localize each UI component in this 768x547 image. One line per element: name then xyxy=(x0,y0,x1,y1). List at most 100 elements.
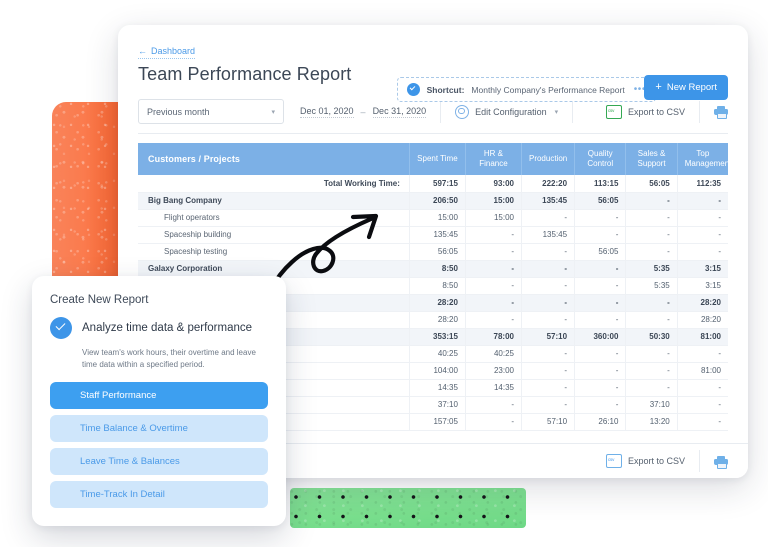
column-header-production[interactable]: Production xyxy=(520,143,575,175)
table-cell-value: - xyxy=(574,379,626,397)
decorative-green-dotted-shape xyxy=(290,488,526,528)
create-new-report-card: Create New Report Analyze time data & pe… xyxy=(32,276,286,526)
breadcrumb-dashboard-link[interactable]: ← Dashboard xyxy=(138,46,196,59)
print-button[interactable] xyxy=(714,106,728,119)
table-cell-value: - xyxy=(464,260,522,278)
period-select[interactable]: Previous month ▾ xyxy=(138,99,284,124)
table-row[interactable]: Galaxy Corporation 8:50- - -5:35 3:15 xyxy=(138,260,728,278)
table-cell-value: 157:05 xyxy=(408,413,466,431)
table-cell-value: 56:05 xyxy=(574,243,626,261)
pill-staff-performance[interactable]: Staff Performance xyxy=(50,382,268,409)
table-cell-value: - xyxy=(574,260,626,278)
column-header-spent-time[interactable]: Spent Time xyxy=(408,143,466,175)
edit-configuration-button[interactable]: Edit Configuration ▾ xyxy=(455,104,559,119)
table-cell-value: - xyxy=(625,345,678,363)
table-cell-value: - xyxy=(625,243,678,261)
table-cell-value: 40:25 xyxy=(408,345,466,363)
table-cell-value: 78:00 xyxy=(464,328,522,346)
report-toolbar: Previous month ▾ Dec 01, 2020 – Dec 31, … xyxy=(138,99,728,134)
table-cell-value: - xyxy=(574,362,626,380)
table-cell-value: - xyxy=(625,362,678,380)
table-cell-value: 37:10 xyxy=(408,396,466,414)
table-cell-value: - xyxy=(574,226,626,244)
table-cell-value: - xyxy=(520,379,575,397)
date-from[interactable]: Dec 01, 2020 xyxy=(300,106,354,118)
table-cell-value: - xyxy=(574,396,626,414)
table-cell-value: 50:30 xyxy=(625,328,678,346)
table-row[interactable]: Spaceship building 135:45-135:45- - - xyxy=(138,226,728,244)
table-cell-value: 8:50 xyxy=(408,260,466,278)
csv-icon xyxy=(605,454,622,468)
table-cell-value: - xyxy=(464,311,522,329)
table-cell-value: - xyxy=(676,209,728,227)
table-cell-value: 13:20 xyxy=(625,413,678,431)
table-cell-value: 37:10 xyxy=(625,396,678,414)
column-header-quality-control[interactable]: Quality Control xyxy=(574,143,626,175)
table-row[interactable]: Total Working Time: 597:15 93:00 222:20 113:… xyxy=(138,175,728,193)
table-cell-name: Spaceship building xyxy=(138,226,410,244)
card-selected-option[interactable]: Analyze time data & performance xyxy=(50,317,268,339)
toolbar-divider xyxy=(440,100,442,123)
table-cell-value: 5:35 xyxy=(625,277,678,295)
table-row[interactable]: Flight operators 15:00 15:00- - - - xyxy=(138,209,728,227)
table-cell-value: 104:00 xyxy=(408,362,466,380)
column-header-sales-support[interactable]: Sales & Support xyxy=(625,143,678,175)
table-cell-value: - xyxy=(464,243,522,261)
shortcut-label: Shortcut: xyxy=(426,84,465,95)
table-cell-value: - xyxy=(676,345,728,363)
edit-configuration-label: Edit Configuration xyxy=(475,106,547,117)
pill-label: Staff Performance xyxy=(80,390,157,401)
pill-time-balance-overtime[interactable]: Time Balance & Overtime xyxy=(50,415,268,442)
table-cell-value: 135:45 xyxy=(520,192,575,210)
table-cell-value: 28:20 xyxy=(676,294,728,312)
table-cell-value: - xyxy=(520,345,575,363)
table-cell-name: Galaxy Corporation xyxy=(138,260,410,278)
table-cell-value: 56:05 xyxy=(408,243,466,261)
table-cell-value: - xyxy=(464,413,522,431)
card-title: Create New Report xyxy=(50,294,149,306)
export-csv-button[interactable]: Export to CSV xyxy=(605,104,685,119)
chevron-down-icon: ▾ xyxy=(271,108,275,116)
table-cell-value: - xyxy=(464,277,522,295)
table-cell-value: 15:00 xyxy=(408,209,466,227)
table-cell-value: 5:35 xyxy=(625,260,678,278)
table-cell-value: 15:00 xyxy=(464,209,522,227)
table-cell-value: 56:05 xyxy=(574,192,626,210)
chevron-down-icon: ▾ xyxy=(554,108,559,116)
pill-time-track-in-detail[interactable]: Time-Track In Detail xyxy=(50,481,268,508)
table-cell-value: - xyxy=(574,345,626,363)
table-row[interactable]: Big Bang Company 206:50 15:00 135:45 56:05- - xyxy=(138,192,728,210)
table-cell-value: - xyxy=(676,226,728,244)
pill-leave-time-balances[interactable]: Leave Time & Balances xyxy=(50,448,268,475)
table-cell-value: - xyxy=(464,226,522,244)
table-cell-value: - xyxy=(574,277,626,295)
new-report-button[interactable]: + New Report xyxy=(644,75,728,100)
column-header-hr-finance[interactable]: HR & Finance xyxy=(464,143,522,175)
table-cell-value: - xyxy=(520,396,575,414)
toolbar-divider xyxy=(572,100,574,123)
table-cell-value: - xyxy=(625,226,678,244)
table-header-row: Customers / Projects Spent Time HR & Fin… xyxy=(138,143,731,175)
card-option-title: Analyze time data & performance xyxy=(82,322,253,334)
table-cell-value: 3:15 xyxy=(676,260,728,278)
table-cell-value: - xyxy=(625,379,678,397)
shortcut-pill[interactable]: Shortcut: Monthly Company's Performance … xyxy=(396,77,656,102)
table-cell-value: - xyxy=(520,362,575,380)
column-header-customers[interactable]: Customers / Projects xyxy=(138,143,410,175)
table-row[interactable]: Spaceship testing 56:05- -56:05- - xyxy=(138,243,728,261)
breadcrumb-label: Dashboard xyxy=(151,46,196,56)
table-cell-value: - xyxy=(520,277,575,295)
table-cell-value: - xyxy=(676,243,728,261)
date-to[interactable]: Dec 31, 2020 xyxy=(372,106,427,118)
pill-label: Leave Time & Balances xyxy=(80,456,180,467)
footer-export-csv-button[interactable]: Export to CSV xyxy=(605,454,685,468)
check-circle-icon xyxy=(50,317,72,339)
table-cell-value: 81:00 xyxy=(676,362,728,380)
plus-icon: + xyxy=(655,81,662,93)
table-cell-value: - xyxy=(625,209,678,227)
footer-print-button[interactable] xyxy=(714,455,728,469)
table-cell-value: - xyxy=(520,311,575,329)
column-header-top-management[interactable]: Top Management xyxy=(676,143,731,175)
table-cell-value: - xyxy=(625,311,678,329)
pill-label: Time-Track In Detail xyxy=(80,489,165,500)
